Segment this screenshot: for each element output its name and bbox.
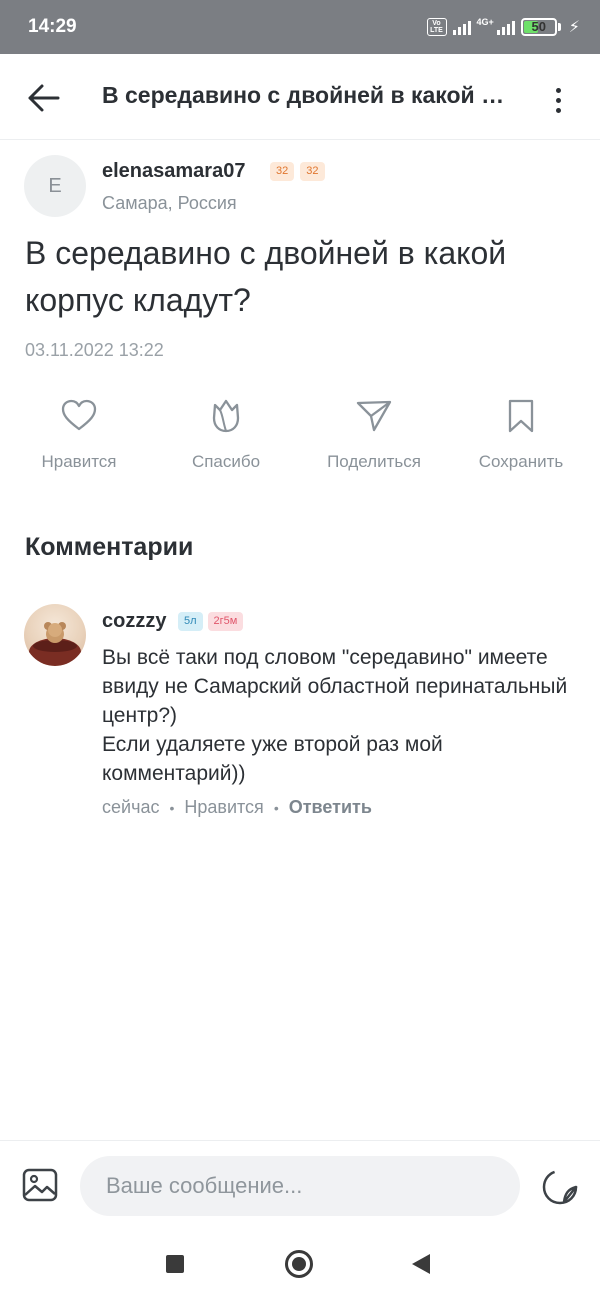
save-label: Сохранить xyxy=(478,452,564,471)
system-nav-bar xyxy=(0,1230,600,1299)
author-badge: 32 xyxy=(300,162,325,181)
like-label: Нравится xyxy=(41,452,117,471)
author-badges: 32 32 xyxy=(270,162,325,181)
page-title: В середавино с двойней в какой корпус кл… xyxy=(102,82,512,108)
post-date: 03.11.2022 13:22 xyxy=(25,340,164,360)
charging-icon: ⚡ xyxy=(568,19,580,36)
sticker-button[interactable] xyxy=(540,1166,580,1206)
child-age-badge: 2г5м xyxy=(207,612,244,631)
status-bar: 14:29 Vo LTE 4G+ 50 ⚡ xyxy=(0,0,600,54)
send-icon xyxy=(356,400,392,432)
teddy-bear-image xyxy=(29,622,81,666)
author-badge: 32 xyxy=(270,162,295,181)
question-text: В середавино с двойней в какой корпус кл… xyxy=(25,235,507,318)
signal-icon xyxy=(452,19,471,35)
save-button[interactable]: Сохранить xyxy=(446,396,596,472)
separator-dot: • xyxy=(169,799,175,816)
image-icon xyxy=(22,1168,58,1202)
share-label: Поделиться xyxy=(327,452,421,471)
battery-level: 50 xyxy=(531,19,546,34)
like-button[interactable]: Нравится xyxy=(4,396,154,472)
attach-image-button[interactable] xyxy=(20,1165,60,1205)
more-menu-button[interactable] xyxy=(538,80,578,120)
app-header: В середавино с двойней в какой корпус кл… xyxy=(0,54,600,140)
comment-like-button[interactable]: Нравится xyxy=(184,797,263,818)
post-actions: Нравится Спасибо Поделиться Сохранить xyxy=(0,396,600,486)
battery-tip xyxy=(557,23,561,31)
message-composer xyxy=(0,1140,600,1230)
comment-badges: 5л 2г5м xyxy=(178,612,244,631)
status-time: 14:29 xyxy=(28,16,77,37)
comment-avatar[interactable] xyxy=(24,604,86,666)
volte-icon: Vo LTE xyxy=(426,18,447,36)
heart-icon xyxy=(61,399,97,431)
arrow-left-icon xyxy=(28,84,60,112)
comment-time: сейчас xyxy=(102,797,160,817)
comment-author[interactable]: cozzzy xyxy=(102,610,166,633)
thanks-button[interactable]: Спасибо xyxy=(151,396,301,472)
status-icons: Vo LTE 4G+ 50 ⚡ xyxy=(426,17,580,37)
signal-icon-2 xyxy=(496,19,515,35)
share-button[interactable]: Поделиться xyxy=(299,396,449,472)
recent-apps-button[interactable] xyxy=(166,1255,184,1273)
author-location: Самара, Россия xyxy=(102,193,237,213)
author-avatar[interactable]: E xyxy=(24,155,86,217)
comment-reply-button[interactable]: Ответить xyxy=(289,797,372,818)
network-type: 4G+ xyxy=(476,17,494,27)
bookmark-icon xyxy=(508,399,534,433)
child-age-badge: 5л xyxy=(178,612,203,631)
comments-heading: Комментарии xyxy=(25,533,194,561)
separator-dot: • xyxy=(273,799,279,816)
flower-icon xyxy=(212,399,240,433)
system-back-button[interactable] xyxy=(412,1254,430,1274)
comment-meta: сейчас • Нравится • Ответить xyxy=(102,797,372,818)
home-button[interactable] xyxy=(285,1250,313,1278)
comment-text: Вы всё таки под словом "середавино" имее… xyxy=(102,646,568,785)
more-vertical-icon xyxy=(555,87,561,93)
thanks-label: Спасибо xyxy=(191,452,261,471)
sticker-icon xyxy=(542,1169,578,1205)
battery-icon: 50 xyxy=(520,18,557,36)
message-input[interactable] xyxy=(80,1156,520,1216)
back-button[interactable] xyxy=(24,78,64,118)
author-name[interactable]: elenasamara07 xyxy=(102,160,245,183)
